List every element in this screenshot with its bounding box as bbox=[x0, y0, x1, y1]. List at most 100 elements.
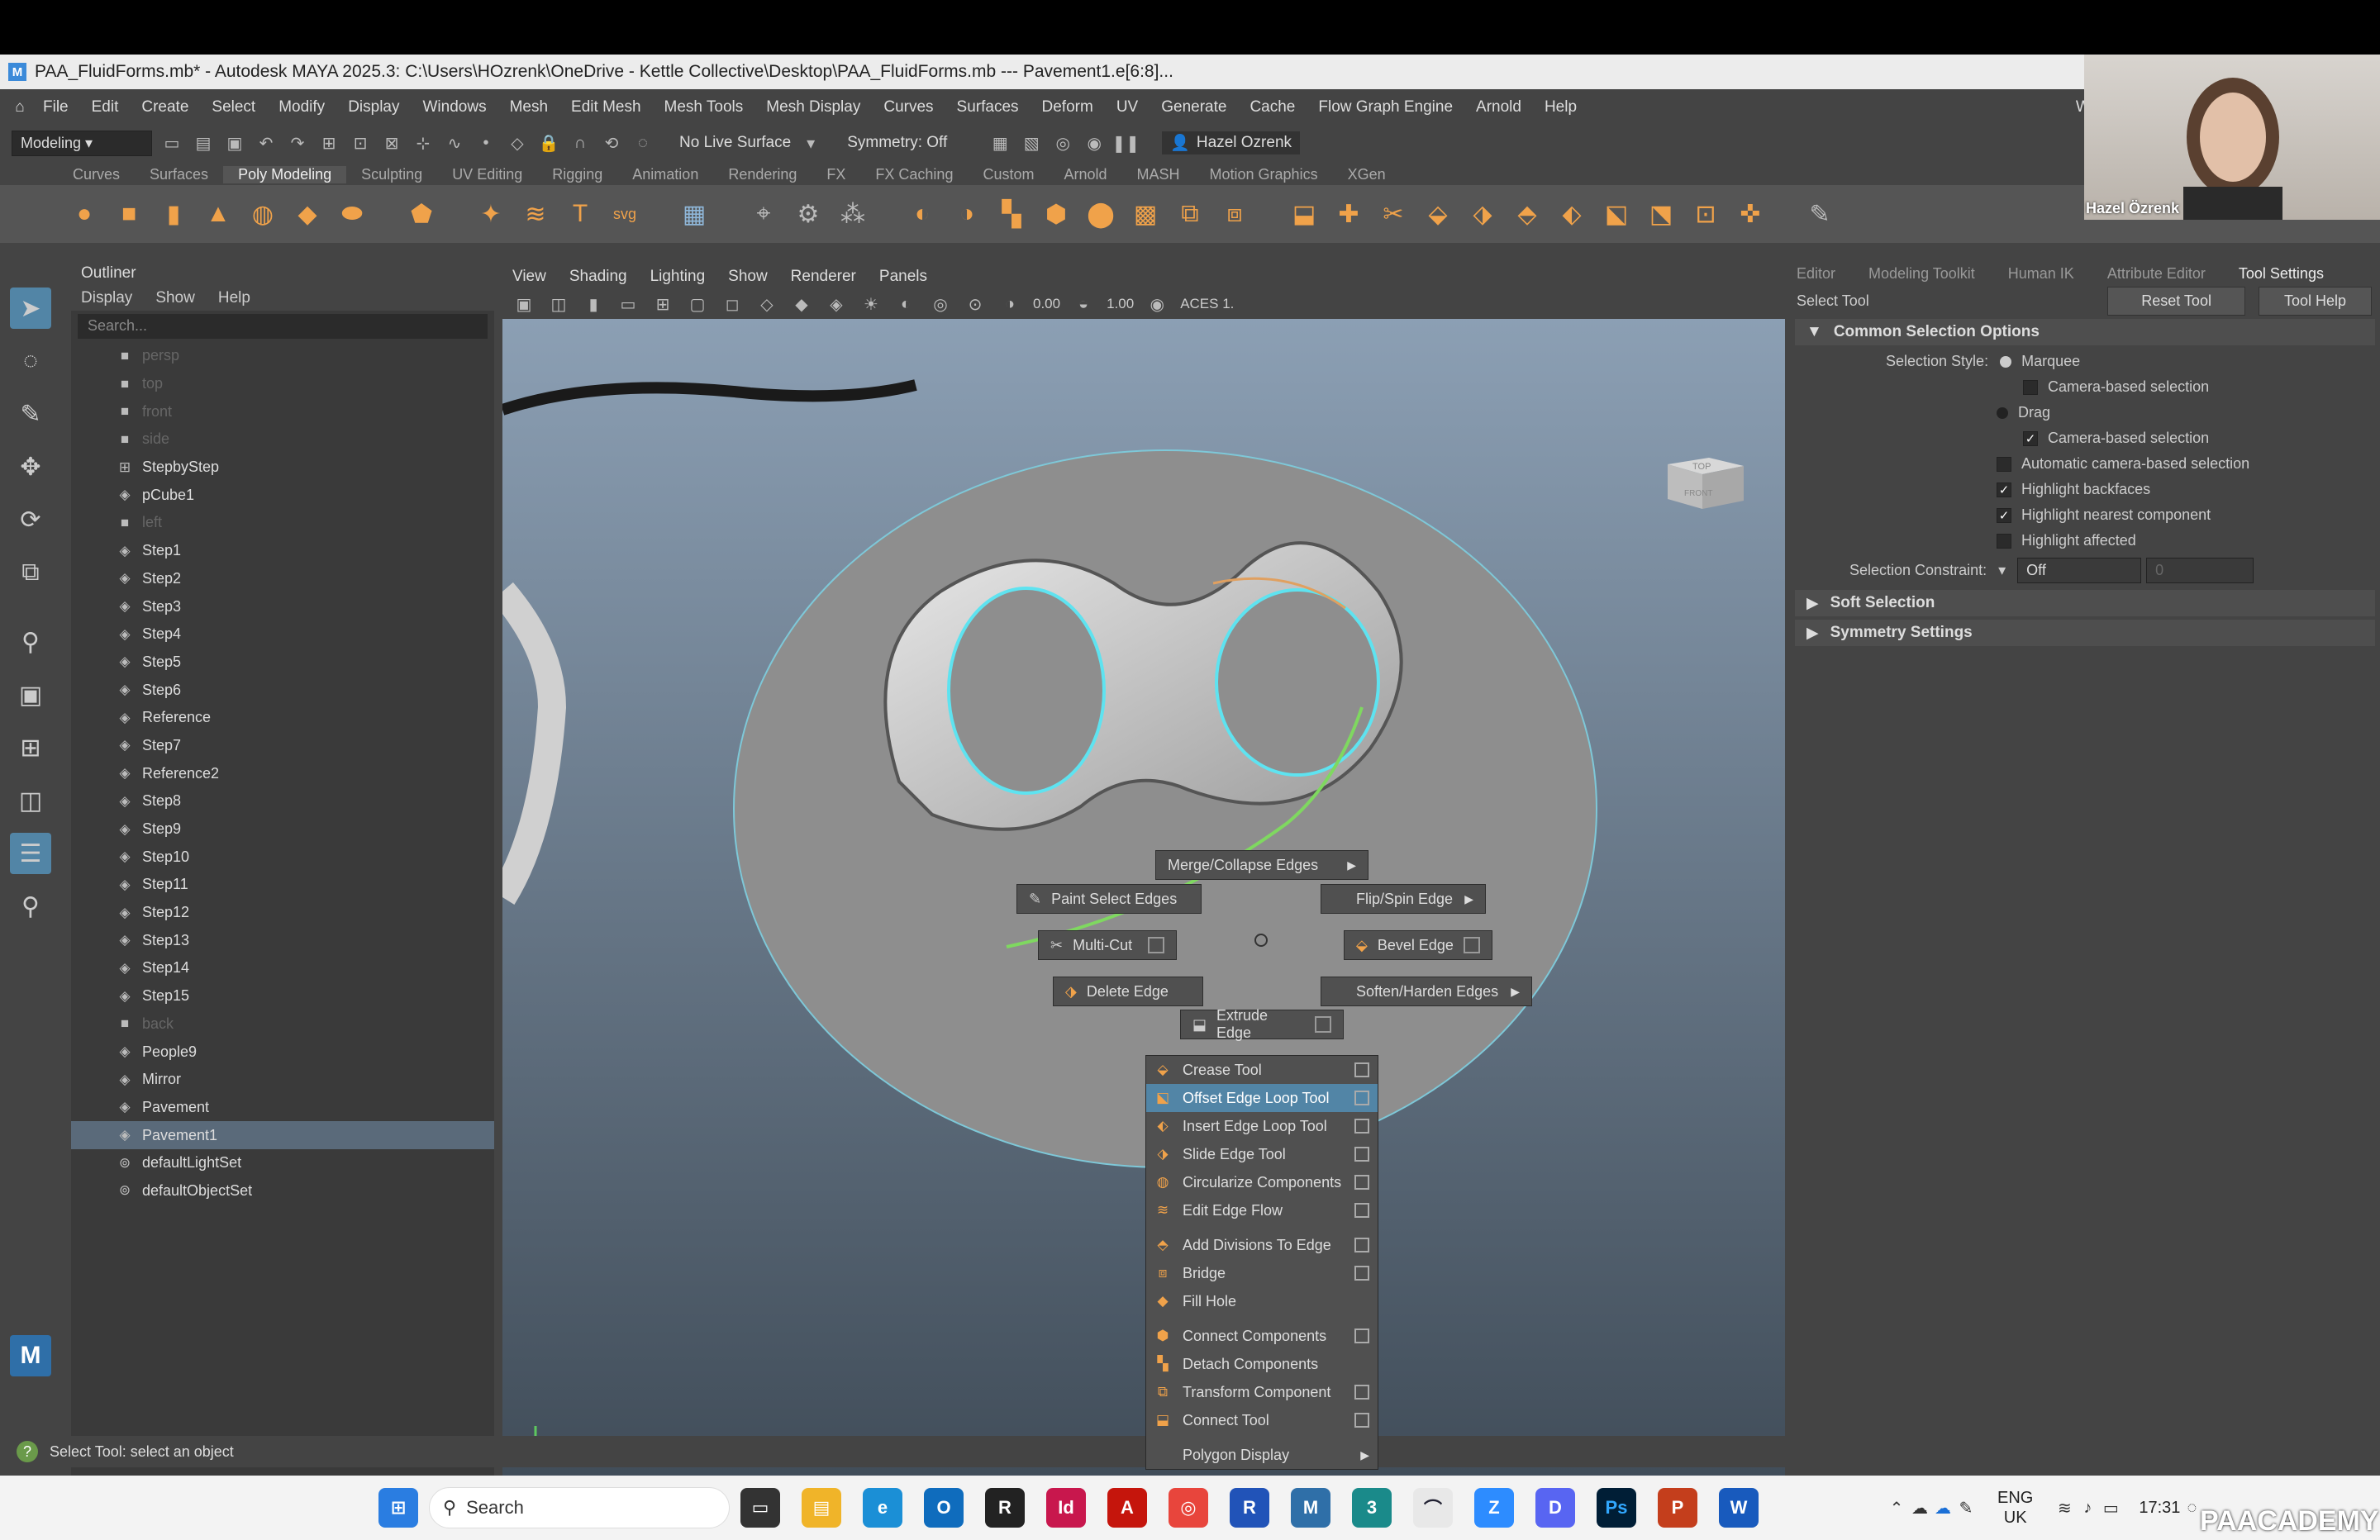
clock-time[interactable]: 17:31 bbox=[2139, 1499, 2180, 1518]
outliner-item[interactable]: ◈ Step11 bbox=[71, 871, 494, 899]
tab-modeling-toolkit[interactable]: Modeling Toolkit bbox=[1868, 265, 1975, 283]
xray-icon[interactable]: ⊙ bbox=[964, 292, 987, 316]
cloud-icon[interactable]: ☁ bbox=[1908, 1496, 1931, 1519]
multi-cut-shelf-icon[interactable]: ✂ bbox=[1375, 196, 1411, 232]
outliner-item[interactable]: ◈ Pavement1 bbox=[71, 1121, 494, 1149]
reset-tool-button[interactable]: Reset Tool bbox=[2107, 286, 2245, 316]
camera-attributes-icon[interactable]: ◫ bbox=[547, 292, 570, 316]
shelf-tab-xgen[interactable]: XGen bbox=[1333, 166, 1401, 183]
render-frame-icon[interactable]: ▦ bbox=[988, 131, 1011, 154]
color-space-label[interactable]: ACES 1. bbox=[1180, 296, 1234, 312]
shelf-tab-animation[interactable]: Animation bbox=[617, 166, 713, 183]
outliner-item[interactable]: ⊚ defaultObjectSet bbox=[71, 1177, 494, 1205]
menu-generate[interactable]: Generate bbox=[1150, 98, 1238, 116]
menu-mesh-tools[interactable]: Mesh Tools bbox=[653, 98, 755, 116]
hypershade-icon[interactable]: ◉ bbox=[1083, 131, 1106, 154]
sweep-mesh-icon[interactable]: ≋ bbox=[517, 196, 554, 232]
outliner-item[interactable]: ◈ People9 bbox=[71, 1038, 494, 1066]
outliner-item[interactable]: ■ top bbox=[71, 370, 494, 398]
textured-icon[interactable]: ◈ bbox=[825, 292, 848, 316]
boolean-icon[interactable]: ⬢ bbox=[1038, 196, 1074, 232]
discord-icon[interactable]: D bbox=[1535, 1488, 1575, 1528]
rhino-icon[interactable]: R bbox=[985, 1488, 1025, 1528]
poly-cone-icon[interactable]: ▲ bbox=[200, 196, 236, 232]
target-weld-icon[interactable]: ⬔ bbox=[1643, 196, 1679, 232]
outliner-item[interactable]: ◈ Step4 bbox=[71, 620, 494, 649]
extrude-shelf-icon[interactable]: ⬓ bbox=[1286, 196, 1322, 232]
outliner-item[interactable]: ◈ Step5 bbox=[71, 649, 494, 677]
film-gate-icon[interactable]: ▢ bbox=[686, 292, 709, 316]
menuset-dropdown[interactable]: Modeling ▾ bbox=[12, 130, 152, 156]
resolution-gate-icon[interactable]: ◻ bbox=[721, 292, 744, 316]
color-management-icon[interactable]: ◉ bbox=[1145, 292, 1169, 316]
windows-start-icon[interactable]: ⊞ bbox=[378, 1488, 418, 1528]
mm-delete-edge[interactable]: ⬗ Delete Edge bbox=[1053, 977, 1203, 1006]
outliner-item[interactable]: ◈ Step7 bbox=[71, 732, 494, 760]
revit-icon[interactable]: R bbox=[1230, 1488, 1269, 1528]
viewport-menu-panels[interactable]: Panels bbox=[879, 268, 927, 286]
menu-create[interactable]: Create bbox=[130, 98, 200, 116]
poly-count-icon[interactable]: ⁂ bbox=[835, 196, 871, 232]
select-camera-icon[interactable]: ▣ bbox=[512, 292, 536, 316]
sculpt-icon[interactable]: ✜ bbox=[1732, 196, 1768, 232]
poly-cube-icon[interactable]: ■ bbox=[111, 196, 147, 232]
context-menu-item[interactable]: ⧈ Bridge bbox=[1146, 1259, 1378, 1287]
viewport-menu-renderer[interactable]: Renderer bbox=[791, 268, 856, 286]
image-plane-icon[interactable]: ▭ bbox=[616, 292, 640, 316]
platonic-icon[interactable]: ⬟ bbox=[403, 196, 440, 232]
poly-disc-icon[interactable]: ⬬ bbox=[334, 196, 370, 232]
outliner-search-input[interactable]: Search... bbox=[78, 314, 488, 339]
poly-sphere-icon[interactable]: ● bbox=[66, 196, 102, 232]
outliner-item[interactable]: ■ side bbox=[71, 425, 494, 454]
measure-icon[interactable]: ⌖ bbox=[745, 196, 782, 232]
outliner-item[interactable]: ◈ Step13 bbox=[71, 926, 494, 954]
bridge-shelf-icon[interactable]: ⧈ bbox=[1216, 196, 1253, 232]
live-surface-dropdown-icon[interactable]: ▾ bbox=[799, 131, 822, 154]
context-menu-item[interactable]: ◍ Circularize Components bbox=[1146, 1168, 1378, 1196]
outliner-item[interactable]: ⊚ defaultLightSet bbox=[71, 1149, 494, 1177]
shelf-tab-curves[interactable]: Curves bbox=[58, 166, 135, 183]
history-icon[interactable]: ⟲ bbox=[600, 131, 623, 154]
select-object-icon[interactable]: ⊡ bbox=[349, 131, 372, 154]
fill-hole-shelf-icon[interactable]: ⬘ bbox=[1509, 196, 1545, 232]
outliner-item[interactable]: ■ left bbox=[71, 509, 494, 537]
bookmark-icon[interactable]: ▮ bbox=[582, 292, 605, 316]
extract-icon[interactable]: ▚ bbox=[993, 196, 1030, 232]
two-view-icon[interactable]: ◫ bbox=[10, 780, 51, 821]
outliner-item[interactable]: ◈ Step3 bbox=[71, 592, 494, 620]
snap-grid-icon[interactable]: ⊹ bbox=[412, 131, 435, 154]
context-menu-item[interactable]: ⬘ Add Divisions To Edge bbox=[1146, 1231, 1378, 1259]
menu-edit-mesh[interactable]: Edit Mesh bbox=[559, 98, 652, 116]
mm-soften-harden-edges[interactable]: Soften/Harden Edges ▶ bbox=[1321, 977, 1532, 1006]
mm-extrude-edge[interactable]: ⬓ Extrude Edge bbox=[1180, 1007, 1344, 1041]
context-menu-item[interactable]: ▚ Detach Components bbox=[1146, 1350, 1378, 1378]
outliner-item[interactable]: ■ persp bbox=[71, 342, 494, 370]
paint-select-tool-icon[interactable]: ✎ bbox=[10, 393, 51, 435]
ipr-render-icon[interactable]: ▧ bbox=[1020, 131, 1043, 154]
menu-help[interactable]: Help bbox=[1533, 98, 1588, 116]
type-tool-icon[interactable]: T bbox=[562, 196, 598, 232]
viewport-menu-view[interactable]: View bbox=[512, 268, 546, 286]
lock-icon[interactable]: 🔒 bbox=[537, 131, 560, 154]
menu-arnold[interactable]: Arnold bbox=[1464, 98, 1533, 116]
mm-merge-collapse-edges[interactable]: Merge/Collapse Edges ▶ bbox=[1155, 850, 1368, 880]
magnet-icon[interactable]: ∩ bbox=[569, 131, 592, 154]
tool-help-button[interactable]: Tool Help bbox=[2258, 286, 2372, 316]
outliner-item[interactable]: ■ front bbox=[71, 397, 494, 425]
shelf-tab-arnold[interactable]: Arnold bbox=[1049, 166, 1121, 183]
tab-tool-settings[interactable]: Tool Settings bbox=[2239, 265, 2324, 283]
outliner-item[interactable]: ◈ Step9 bbox=[71, 815, 494, 844]
common-selection-section[interactable]: ▼ Common Selection Options bbox=[1795, 319, 2375, 345]
user-account[interactable]: 👤 Hazel Ozrenk bbox=[1162, 131, 1301, 154]
outliner-item[interactable]: ◈ Step8 bbox=[71, 787, 494, 815]
option-box-icon[interactable] bbox=[1315, 1016, 1331, 1033]
highlight-affected-checkbox[interactable] bbox=[1997, 533, 2011, 549]
context-menu-item[interactable]: ⬕ Offset Edge Loop Tool bbox=[1146, 1084, 1378, 1112]
single-view-icon[interactable]: ▣ bbox=[10, 674, 51, 715]
svg-tool-icon[interactable]: svg bbox=[607, 196, 643, 232]
redo-icon[interactable]: ↷ bbox=[286, 131, 309, 154]
tray-chevron-icon[interactable]: ⌃ bbox=[1885, 1496, 1908, 1519]
offset-loop-shelf-icon[interactable]: ⬕ bbox=[1598, 196, 1635, 232]
constraint-dropdown-icon[interactable]: ▾ bbox=[1998, 562, 2006, 579]
constraint-dropdown[interactable]: Off bbox=[2017, 557, 2142, 583]
